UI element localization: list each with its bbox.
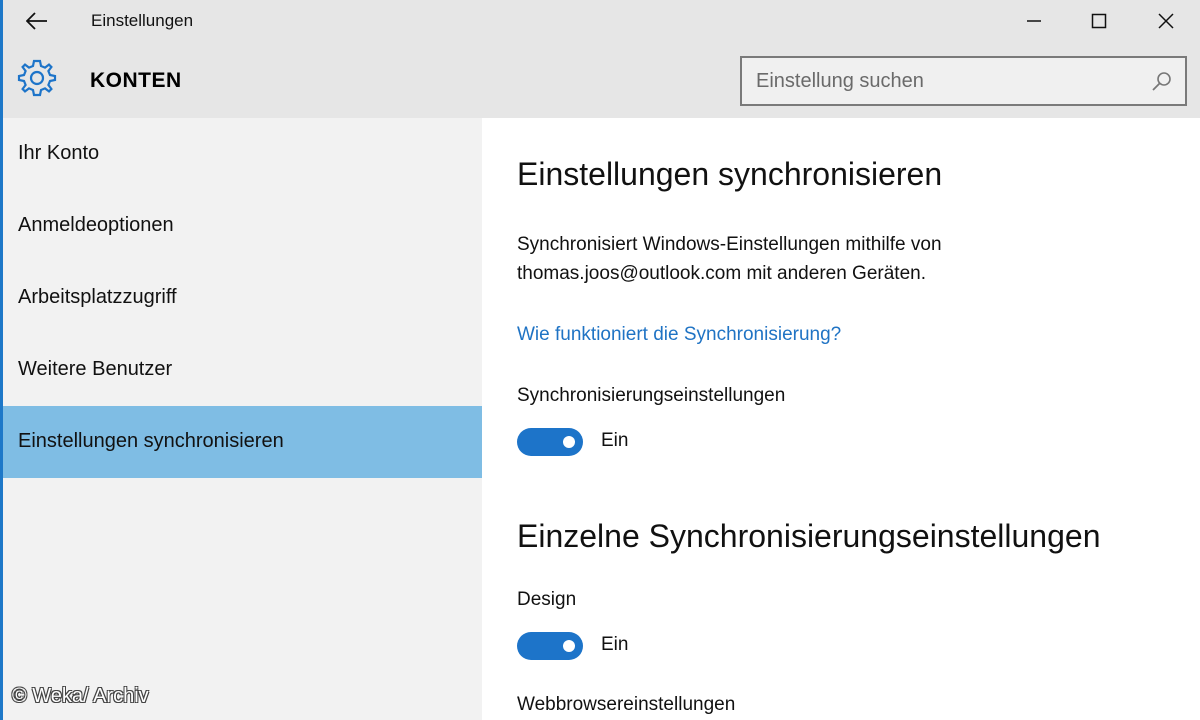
sidebar: Ihr Konto Anmeldeoptionen Arbeitsplatzzu… [3,118,482,720]
search-input[interactable] [756,68,1146,94]
maximize-icon [1091,13,1107,29]
sync-settings-label: Synchronisierungseinstellungen [517,385,786,406]
settings-window: Einstellungen KONTEN Einstellung suchen … [0,0,1200,720]
close-button[interactable] [1133,0,1199,42]
sidebar-item-anmeldeoptionen[interactable]: Anmeldeoptionen [3,190,482,262]
sidebar-item-ihr-konto[interactable]: Ihr Konto [3,118,482,190]
section-title: KONTEN [90,69,182,92]
sidebar-item-label: Einstellungen synchronisieren [18,430,284,452]
search-box[interactable] [740,56,1187,106]
maximize-button[interactable] [1066,0,1132,42]
design-toggle[interactable] [517,632,583,660]
design-label: Design [517,589,577,610]
copyright-watermark: © Weka/ Archiv [12,685,149,707]
design-state: Ein [601,634,629,655]
window-title: Einstellungen [91,11,194,30]
back-button[interactable] [19,4,55,38]
sync-description: Synchronisiert Windows-Einstellungen mit… [517,234,942,284]
sidebar-item-label: Ihr Konto [18,142,100,164]
how-sync-works-link[interactable]: Wie funktioniert die Synchronisierung? [517,324,841,346]
main-content: Einstellungen synchronisieren Synchronis… [482,118,1200,720]
page-header: KONTEN [3,42,1200,118]
toggle-knob [563,640,575,652]
sync-settings-toggle[interactable] [517,428,583,456]
sidebar-item-weitere-benutzer[interactable]: Weitere Benutzer [3,334,482,406]
sidebar-item-label: Arbeitsplatzzugriff [18,286,177,308]
sync-settings-state: Ein [601,430,629,451]
sidebar-item-sync[interactable]: Einstellungen synchronisieren [3,406,482,478]
search-icon[interactable] [1151,70,1173,92]
gear-icon [17,59,57,97]
minimize-button[interactable] [1001,0,1067,42]
sidebar-item-label: Anmeldeoptionen [18,214,174,236]
page-title: Einstellungen synchronisieren [517,156,943,192]
title-bar: Einstellungen [3,0,1200,42]
individual-sync-heading: Einzelne Synchronisierungseinstellungen [517,518,1101,554]
sidebar-item-arbeitsplatzzugriff[interactable]: Arbeitsplatzzugriff [3,262,482,334]
toggle-knob [563,436,575,448]
close-icon [1158,13,1174,29]
browser-settings-label: Webbrowsereinstellungen [517,694,736,715]
sidebar-item-label: Weitere Benutzer [18,358,173,380]
minimize-icon [1027,20,1041,22]
back-arrow-icon [26,12,47,30]
